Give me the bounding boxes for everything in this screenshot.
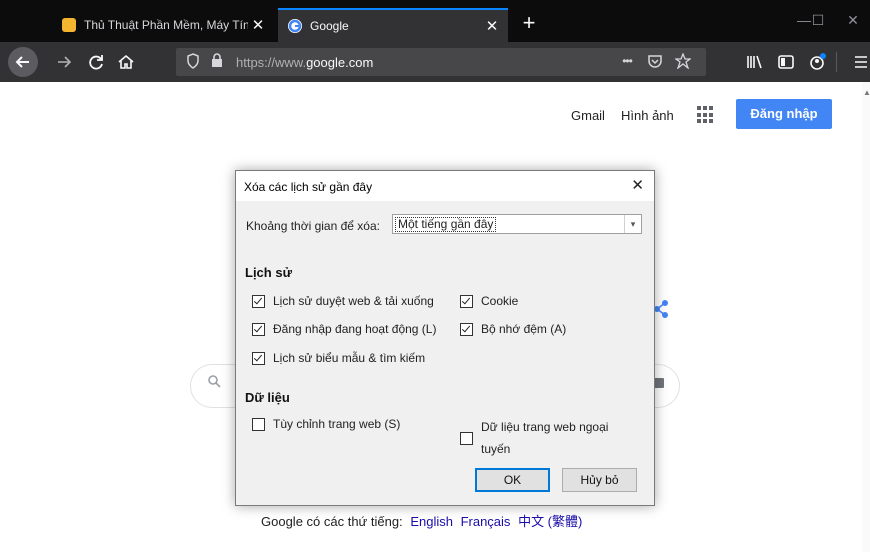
tab-google[interactable]: Google ✕ [278, 8, 508, 42]
checkbox-checked-icon [460, 294, 473, 308]
account-icon [810, 53, 826, 70]
sidebar-icon [778, 55, 794, 69]
url-prefix: https://www. [236, 55, 307, 70]
account-button[interactable] [804, 48, 832, 76]
page-scrollbar[interactable] [862, 82, 870, 552]
back-button[interactable] [8, 47, 38, 77]
checkbox-cache[interactable]: Bộ nhớ đệm (A) [460, 322, 566, 336]
checkbox-label: Tùy chỉnh trang web (S) [273, 417, 401, 431]
bookmark-star-icon[interactable] [674, 52, 692, 72]
maximize-button[interactable]: ☐ [808, 0, 828, 40]
checkbox-active-logins[interactable]: Đăng nhập đang hoạt động (L) [252, 322, 436, 336]
checkbox-offline-website-data[interactable]: Dữ liệu trang web ngoại tuyến [460, 416, 608, 460]
home-button[interactable] [112, 48, 140, 76]
url-domain: google.com [306, 55, 374, 70]
google-favicon-icon [288, 19, 302, 33]
reload-button[interactable] [82, 48, 110, 76]
images-link[interactable]: Hình ảnh [621, 108, 674, 123]
tab-close-icon[interactable]: ✕ [482, 17, 502, 35]
checkbox-label: Lịch sử duyệt web & tải xuống [273, 294, 434, 308]
language-link-french[interactable]: Français [461, 514, 511, 529]
scroll-up-arrow-icon[interactable]: ▲ [863, 88, 870, 97]
search-icon [207, 374, 221, 393]
back-arrow-icon [15, 56, 29, 68]
library-icon [747, 55, 762, 69]
checkbox-unchecked-icon [252, 417, 265, 431]
checkbox-label: Lịch sử biểu mẫu & tìm kiếm [273, 351, 426, 365]
time-range-select[interactable]: Một tiếng gần đây ▾ [392, 214, 642, 234]
clear-history-dialog: Xóa các lịch sử gần đây ✕ Khoảng thời gi… [235, 170, 655, 506]
page-actions-icon[interactable]: ••• [618, 54, 636, 68]
checkbox-label: Bộ nhớ đệm (A) [481, 322, 567, 336]
gmail-link[interactable]: Gmail [571, 108, 605, 123]
checkbox-label: Dữ liệu trang web ngoại tuyến [481, 416, 608, 460]
forward-button[interactable] [50, 48, 78, 76]
time-range-label: Khoảng thời gian để xóa: [246, 219, 380, 233]
dialog-title: Xóa các lịch sử gần đây [244, 180, 373, 194]
checkbox-checked-icon [460, 322, 473, 336]
menu-button[interactable] [846, 48, 870, 76]
checkbox-checked-icon [252, 322, 265, 336]
google-apps-grid-icon[interactable] [697, 106, 715, 124]
language-link-english[interactable]: English [410, 514, 453, 529]
history-heading: Lịch sử [245, 265, 292, 280]
dialog-title-bar: Xóa các lịch sử gần đây ✕ [236, 171, 654, 201]
toolbar-separator [836, 52, 837, 72]
language-link-chinese[interactable]: 中文 (繁體) [518, 514, 582, 529]
tab-thuthuat[interactable]: Thủ Thuật Phần Mềm, Máy Tính ✕ [52, 8, 274, 42]
reload-icon [89, 55, 103, 70]
lock-icon[interactable] [208, 53, 226, 70]
site-favicon-icon [62, 18, 76, 32]
data-heading: Dữ liệu [245, 390, 290, 405]
tab-close-icon[interactable]: ✕ [248, 16, 268, 34]
pocket-icon[interactable] [646, 53, 664, 72]
url-bar[interactable]: https://www.google.com ••• [176, 48, 706, 76]
title-bar: Thủ Thuật Phần Mềm, Máy Tính ✕ Google ✕ … [0, 0, 870, 42]
checkbox-label-line1: Dữ liệu trang web ngoại [481, 420, 609, 434]
checkbox-form-history[interactable]: Lịch sử biểu mẫu & tìm kiếm [252, 351, 425, 365]
sign-in-button[interactable]: Đăng nhập [736, 99, 832, 129]
offered-in-text: Google có các thứ tiếng: [261, 514, 403, 529]
tracking-shield-icon[interactable] [184, 53, 202, 72]
window-close-button[interactable]: ✕ [836, 0, 870, 40]
checkbox-label: Đăng nhập đang hoạt động (L) [273, 322, 437, 336]
new-tab-button[interactable]: + [514, 8, 544, 40]
time-range-value: Một tiếng gần đây [395, 217, 497, 232]
checkbox-cookies[interactable]: Cookie [460, 294, 518, 308]
tab-title: Google [310, 19, 349, 33]
home-icon [118, 54, 134, 69]
forward-arrow-icon [58, 56, 72, 68]
checkbox-browsing-history[interactable]: Lịch sử duyệt web & tải xuống [252, 294, 434, 308]
checkbox-checked-icon [252, 351, 265, 365]
dialog-close-icon[interactable]: ✕ [631, 176, 644, 194]
checkbox-label: Cookie [481, 294, 519, 308]
checkbox-checked-icon [252, 294, 265, 308]
sidebar-button[interactable] [772, 48, 800, 76]
ok-button[interactable]: OK [475, 468, 550, 492]
cancel-button[interactable]: Hủy bỏ [562, 468, 637, 492]
library-button[interactable] [740, 48, 768, 76]
language-links: Google có các thứ tiếng: English Françai… [261, 511, 582, 530]
hamburger-menu-icon [855, 56, 867, 68]
tab-title: Thủ Thuật Phần Mềm, Máy Tính [84, 18, 248, 32]
checkbox-unchecked-icon [460, 431, 473, 445]
chevron-down-icon: ▾ [624, 215, 641, 233]
checkbox-site-preferences[interactable]: Tùy chỉnh trang web (S) [252, 417, 400, 431]
url-text[interactable]: https://www.google.com [236, 55, 373, 70]
navigation-toolbar: https://www.google.com ••• [0, 42, 870, 82]
share-icon[interactable] [654, 300, 668, 321]
checkbox-label-line2: tuyến [481, 442, 511, 456]
